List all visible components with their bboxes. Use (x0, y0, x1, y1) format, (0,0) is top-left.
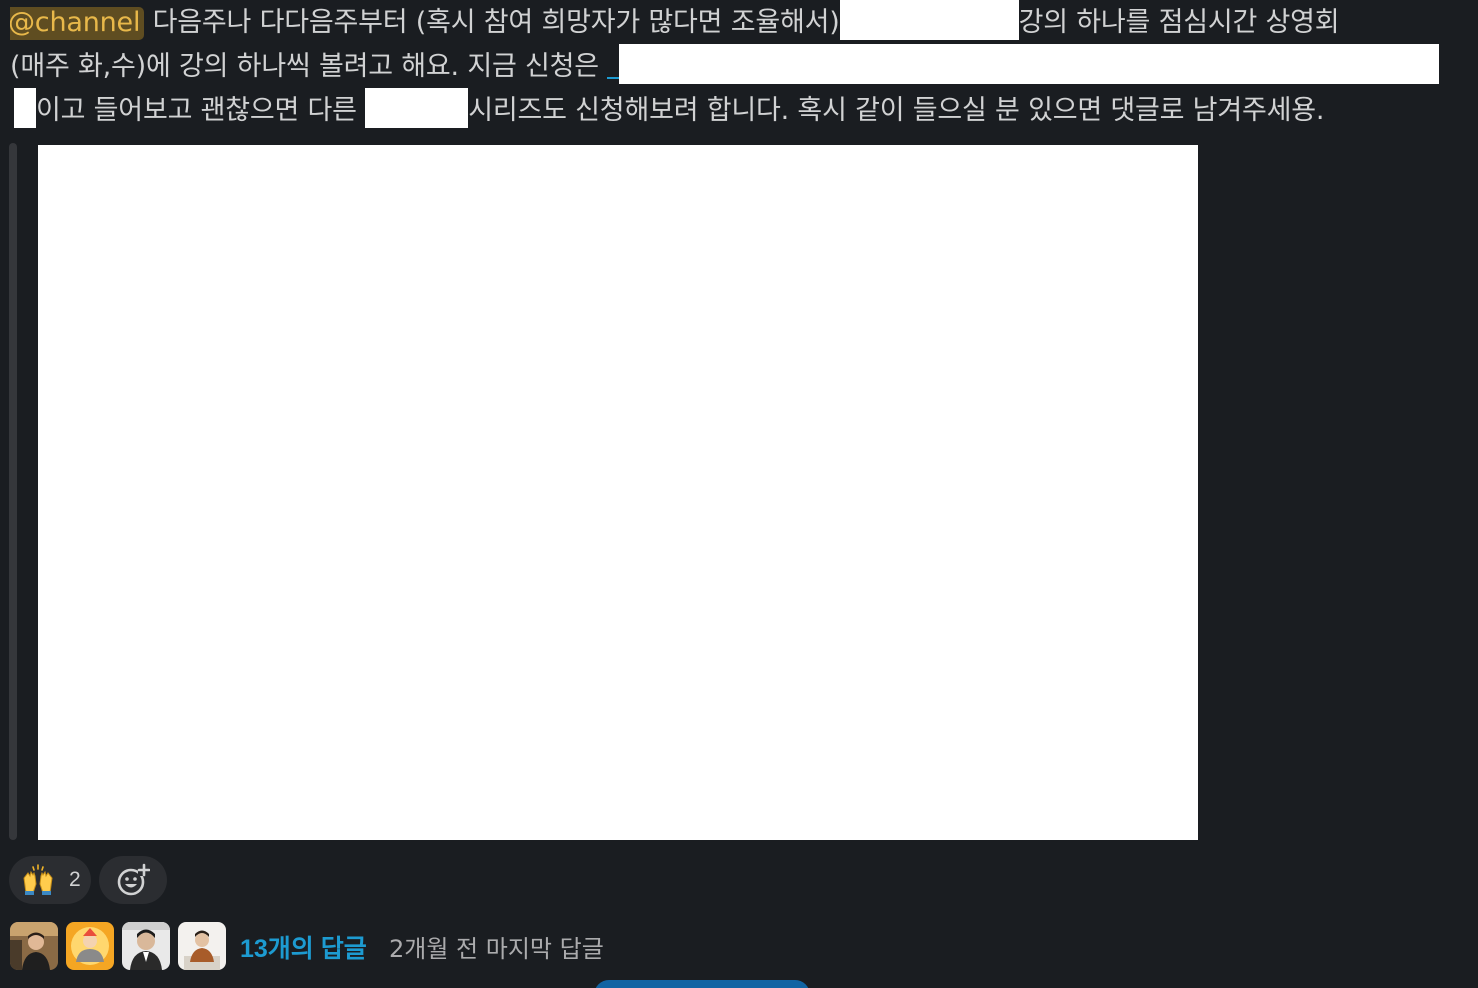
attachment-quote-bar (9, 143, 17, 840)
reaction-raised-hands[interactable]: 2 (9, 856, 91, 904)
add-reaction-button[interactable] (99, 856, 167, 904)
user-avatar-icon (66, 922, 114, 970)
thread-reply-count[interactable]: 13개의 답글 (240, 929, 367, 965)
message-line-1: @channel 다음주나 다다음주부터 (혹시 참여 희망자가 많다면 조율해… (10, 0, 1470, 44)
thread-last-reply: 2개월 전 마지막 답글 (389, 935, 604, 963)
attachment-preview[interactable] (38, 145, 1198, 840)
message-segment: (매주 화,수)에 강의 하나씩 볼려고 해요. 지금 신청은 (10, 51, 608, 82)
message-segment: 이고 들어보고 괜찮으면 다른 (36, 95, 366, 126)
message-text: @channel 다음주나 다다음주부터 (혹시 참여 희망자가 많다면 조율해… (10, 0, 1470, 132)
message-segment: 시리즈도 신청해보려 합니다. 혹시 같이 들으실 분 있으면 댓글로 남겨주세… (468, 95, 1325, 126)
message-segment: 강의 하나를 점심시간 상영회 (1018, 7, 1340, 38)
redacted-block (839, 0, 1019, 40)
channel-mention[interactable]: @channel (10, 7, 145, 40)
message-segment: 다음주나 다다음주부터 (혹시 참여 희망자가 많다면 조율해서) (144, 7, 840, 38)
message-link[interactable] (607, 51, 620, 79)
user-avatar-icon (178, 922, 226, 970)
user-avatar-icon (122, 922, 170, 970)
message-line-3: 이고 들어보고 괜찮으면 다른 시리즈도 신청해보려 합니다. 혹시 같이 들으… (10, 88, 1470, 132)
avatar[interactable] (10, 922, 58, 970)
redacted-block (14, 88, 36, 128)
new-messages-pill[interactable] (594, 980, 810, 988)
add-emoji-icon (117, 863, 150, 896)
avatar[interactable] (122, 922, 170, 970)
user-avatar-icon (10, 922, 58, 970)
avatar[interactable] (178, 922, 226, 970)
raised-hands-icon (23, 864, 53, 895)
avatar[interactable] (66, 922, 114, 970)
message-line-2: (매주 화,수)에 강의 하나씩 볼려고 해요. 지금 신청은 (10, 44, 1470, 88)
redacted-block (619, 44, 1440, 84)
reaction-count: 2 (69, 868, 81, 891)
redacted-block (365, 88, 469, 128)
